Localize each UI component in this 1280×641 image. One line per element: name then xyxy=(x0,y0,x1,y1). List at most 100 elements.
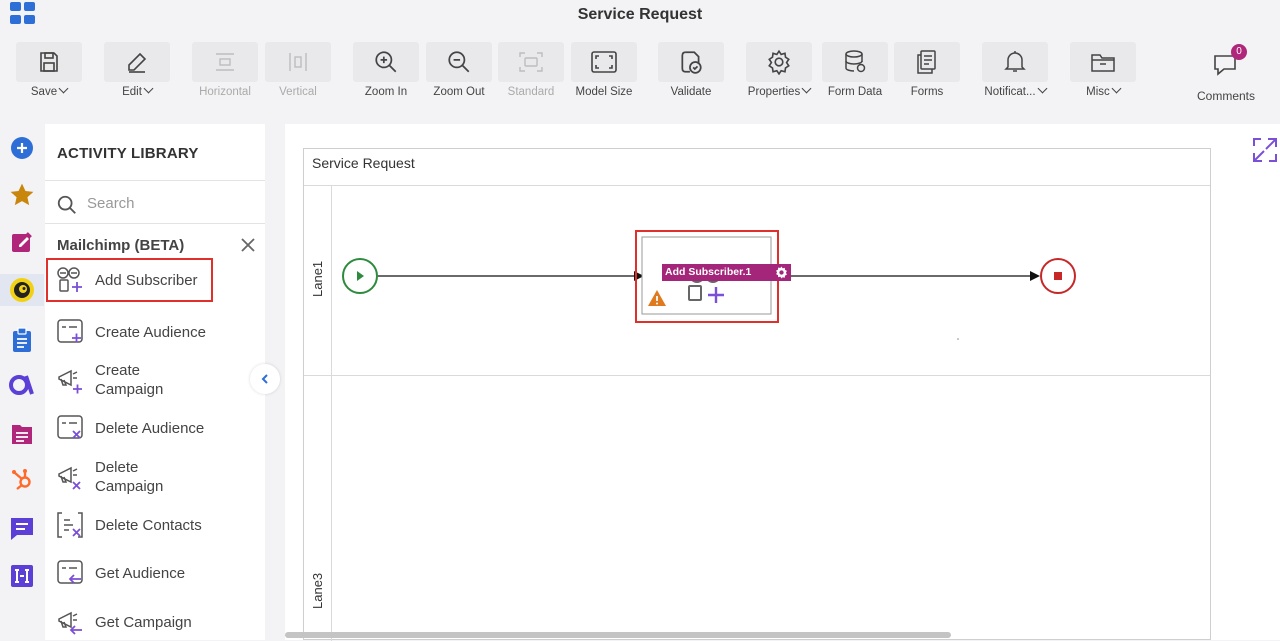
arrowhead-icon xyxy=(1030,271,1040,281)
item-label: Delete Contacts xyxy=(95,516,202,534)
library-item-delete-contacts[interactable]: Delete Contacts xyxy=(53,507,253,543)
rail-hubspot-button[interactable] xyxy=(6,464,38,496)
clipboard-icon xyxy=(13,327,31,352)
validate-icon xyxy=(681,51,702,74)
hubspot-icon xyxy=(12,469,31,490)
rail-edit-button[interactable] xyxy=(6,226,38,258)
integration-icon xyxy=(11,565,33,587)
edit-button[interactable]: Edit xyxy=(104,42,170,104)
edit-square-icon xyxy=(12,232,32,252)
item-label: Create Audience xyxy=(95,323,206,341)
library-item-create-campaign[interactable]: Create Campaign xyxy=(53,360,253,400)
validate-button[interactable]: Validate xyxy=(658,42,724,104)
library-title: ACTIVITY LIBRARY xyxy=(57,145,199,162)
save-button[interactable]: Save xyxy=(16,42,82,104)
model-size-button[interactable]: Model Size xyxy=(571,42,637,104)
task-title: Add Subscriber.1 xyxy=(665,266,752,278)
section-title: Mailchimp (BETA) xyxy=(57,237,185,254)
zoom-in-button[interactable]: Zoom In xyxy=(353,42,419,104)
notifications-label: Notificat... xyxy=(984,86,1036,98)
toolbar: Save Edit Horizontal Vertical Zoom In Zo… xyxy=(0,36,1280,104)
notifications-button[interactable]: Notificat... xyxy=(982,42,1048,104)
forms-button[interactable]: Forms xyxy=(894,42,960,104)
message-icon xyxy=(11,518,33,540)
create-audience-icon xyxy=(57,319,83,343)
vertical-label: Vertical xyxy=(279,86,317,98)
fit-screen-icon[interactable] xyxy=(1252,137,1278,163)
analytics-icon xyxy=(9,375,34,395)
form-data-button[interactable]: Form Data xyxy=(822,42,888,104)
chevron-left-icon xyxy=(261,374,268,384)
standard-icon xyxy=(519,52,543,72)
folder-icon xyxy=(1091,54,1115,72)
rail-favorites-button[interactable] xyxy=(6,179,38,211)
zoom-out-label: Zoom Out xyxy=(433,86,485,98)
plus-circle-icon xyxy=(11,137,33,159)
library-search xyxy=(45,184,265,224)
zoom-in-icon xyxy=(375,51,397,73)
collapse-panel-button[interactable] xyxy=(250,364,280,394)
document-icon xyxy=(12,425,32,444)
forms-icon xyxy=(917,50,936,74)
item-label: Create Campaign xyxy=(95,362,164,398)
item-label: Get Campaign xyxy=(95,613,192,631)
search-input[interactable] xyxy=(87,192,247,214)
star-icon xyxy=(10,183,34,206)
item-label: Get Audience xyxy=(95,564,186,582)
mailchimp-icon xyxy=(10,278,34,302)
standard-button[interactable]: Standard xyxy=(498,42,564,104)
process-canvas[interactable]: Service Request Lane1 Lane3 Add Subscrib… xyxy=(285,124,1280,641)
library-item-add-subscriber[interactable]: Add Subscriber xyxy=(46,258,213,302)
horizontal-button[interactable]: Horizontal xyxy=(192,42,258,104)
edit-label: Edit xyxy=(122,86,142,98)
pencil-icon xyxy=(128,52,147,73)
save-icon xyxy=(40,52,58,72)
horizontal-label: Horizontal xyxy=(199,86,251,98)
library-item-delete-campaign[interactable]: Delete Campaign xyxy=(53,457,253,497)
task-header-label: Add Subscriber.1 xyxy=(662,264,791,281)
item-label: Delete Campaign xyxy=(95,459,164,495)
save-label: Save xyxy=(30,86,58,98)
vertical-button[interactable]: Vertical xyxy=(265,42,331,104)
horizontal-icon xyxy=(216,53,234,71)
standard-label: Standard xyxy=(507,86,555,98)
gear-icon[interactable] xyxy=(775,266,788,279)
zoom-out-button[interactable]: Zoom Out xyxy=(426,42,492,104)
library-item-delete-audience[interactable]: Delete Audience xyxy=(53,410,253,446)
add-subscriber-icon xyxy=(57,267,82,292)
get-audience-icon xyxy=(57,560,83,584)
gear-icon xyxy=(768,49,790,75)
get-campaign-icon xyxy=(58,611,82,635)
comments-label: Comments xyxy=(1196,89,1255,103)
rail-integration-button[interactable] xyxy=(6,560,38,592)
pool[interactable]: Service Request Lane1 Lane3 Add Subscrib… xyxy=(303,148,1211,641)
activity-library-panel: ACTIVITY LIBRARY Mailchimp (BETA) Add Su… xyxy=(45,124,265,640)
library-item-get-audience[interactable]: Get Audience xyxy=(53,555,253,591)
database-icon xyxy=(845,50,866,73)
misc-button[interactable]: Misc xyxy=(1070,42,1136,104)
delete-audience-icon xyxy=(57,415,83,439)
forms-label: Forms xyxy=(910,86,944,98)
library-item-get-campaign[interactable]: Get Campaign xyxy=(53,604,253,640)
rail-documents-button[interactable] xyxy=(6,418,38,450)
validate-label: Validate xyxy=(670,86,712,98)
item-label: Add Subscriber xyxy=(95,271,198,289)
rail-analytics-button[interactable] xyxy=(6,369,38,401)
megaphone-delete-icon xyxy=(58,466,81,490)
stop-icon xyxy=(1054,272,1062,280)
horizontal-scrollbar[interactable] xyxy=(285,632,951,638)
form-data-label: Form Data xyxy=(827,86,883,98)
close-icon[interactable] xyxy=(239,236,257,254)
rail-add-button[interactable] xyxy=(6,132,38,164)
rail-messages-button[interactable] xyxy=(6,512,38,544)
library-item-create-audience[interactable]: Create Audience xyxy=(53,314,253,350)
zoom-in-label: Zoom In xyxy=(364,86,408,98)
comments-button[interactable]: 0 Comments xyxy=(1190,42,1262,103)
zoom-out-icon xyxy=(448,51,470,73)
rail-mailchimp-button[interactable] xyxy=(0,274,44,306)
search-icon xyxy=(57,195,76,214)
properties-button[interactable]: Properties xyxy=(746,42,812,104)
rail-clipboard-button[interactable] xyxy=(6,324,38,356)
bell-icon xyxy=(1004,51,1026,72)
title-bar: Service Request xyxy=(0,0,1280,32)
